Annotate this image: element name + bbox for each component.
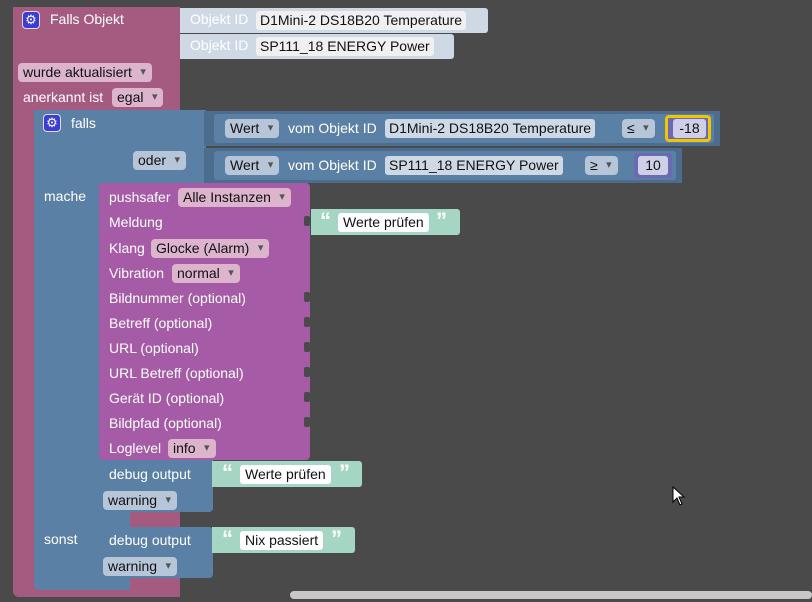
- connector-notch: [304, 367, 310, 377]
- oder-dropdown[interactable]: oder: [133, 151, 187, 170]
- connector-notch: [304, 317, 310, 327]
- vom-label-2: vom Objekt ID: [288, 157, 377, 173]
- event-dropdown[interactable]: wurde aktualisiert: [18, 63, 152, 82]
- quote-icon: “: [222, 526, 233, 551]
- loglevel-label: Loglevel: [109, 440, 162, 456]
- instance-dropdown[interactable]: Alle Instanzen: [178, 188, 291, 207]
- object-id-label-2: Objekt ID: [190, 37, 249, 53]
- condition-object-field-2[interactable]: SP111_18 ENERGY Power: [385, 156, 563, 175]
- debug-text-else[interactable]: Nix passiert: [240, 531, 324, 550]
- object-id-field-1[interactable]: D1Mini-2 DS18B20 Temperature: [256, 11, 467, 30]
- quote-icon: ”: [339, 460, 350, 485]
- operator-dropdown-1[interactable]: ≤: [622, 119, 655, 138]
- mouse-cursor-icon: [672, 486, 686, 506]
- ack-label: anerkannt ist: [23, 89, 104, 105]
- optional-bildnummer: Bildnummer (optional): [109, 290, 246, 306]
- optional-geraet-id: Gerät ID (optional): [109, 390, 225, 406]
- wert-dropdown-2[interactable]: Wert: [225, 156, 280, 175]
- optional-url-betreff: URL Betreff (optional): [109, 365, 244, 381]
- optional-betreff: Betreff (optional): [109, 315, 213, 331]
- vibration-label: Vibration: [109, 265, 165, 281]
- connector-notch: [304, 417, 310, 427]
- debug-level-dropdown-then[interactable]: warning: [103, 491, 178, 510]
- connector-notch: [304, 342, 310, 352]
- falls-label: falls: [71, 115, 96, 131]
- number-input-1[interactable]: -18: [673, 119, 706, 138]
- number-input-2[interactable]: 10: [638, 156, 668, 175]
- connector-notch: [304, 292, 310, 302]
- vibration-dropdown[interactable]: normal: [172, 264, 240, 283]
- quote-icon: “: [222, 460, 233, 485]
- mache-label: mache: [44, 188, 87, 204]
- debug-level-dropdown-else[interactable]: warning: [103, 557, 178, 576]
- object-id-field-2[interactable]: SP111_18 ENERGY Power: [256, 37, 434, 56]
- quote-icon: ”: [436, 208, 447, 233]
- pushsafer-label: pushsafer: [109, 189, 171, 205]
- wert-dropdown-1[interactable]: Wert: [225, 119, 280, 138]
- condition-object-field-1[interactable]: D1Mini-2 DS18B20 Temperature: [385, 119, 596, 138]
- connector-notch: [304, 392, 310, 402]
- optional-url: URL (optional): [109, 340, 199, 356]
- connector-notch: [304, 216, 310, 226]
- vom-label-1: vom Objekt ID: [288, 120, 377, 136]
- horizontal-scrollbar[interactable]: [290, 591, 812, 599]
- object-id-label-1: Objekt ID: [190, 11, 249, 27]
- meldung-label: Meldung: [109, 214, 163, 230]
- ack-dropdown[interactable]: egal: [112, 88, 164, 107]
- operator-dropdown-2[interactable]: ≥: [585, 156, 618, 175]
- trigger-title: Falls Objekt: [50, 11, 124, 27]
- debug-text-then[interactable]: Werte prüfen: [240, 465, 331, 484]
- sonst-label: sonst: [44, 531, 78, 547]
- gear-icon[interactable]: ⚙: [43, 114, 61, 132]
- quote-icon: ”: [331, 526, 342, 551]
- meldung-text[interactable]: Werte prüfen: [338, 213, 429, 232]
- debug-output-label-else: debug output: [109, 532, 191, 548]
- quote-icon: “: [320, 208, 331, 233]
- gear-icon[interactable]: ⚙: [22, 11, 40, 29]
- optional-bildpfad: Bildpfad (optional): [109, 415, 222, 431]
- debug-output-label-then: debug output: [109, 466, 191, 482]
- klang-dropdown[interactable]: Glocke (Alarm): [151, 239, 270, 258]
- loglevel-dropdown[interactable]: info: [168, 439, 216, 458]
- klang-label: Klang: [109, 240, 145, 256]
